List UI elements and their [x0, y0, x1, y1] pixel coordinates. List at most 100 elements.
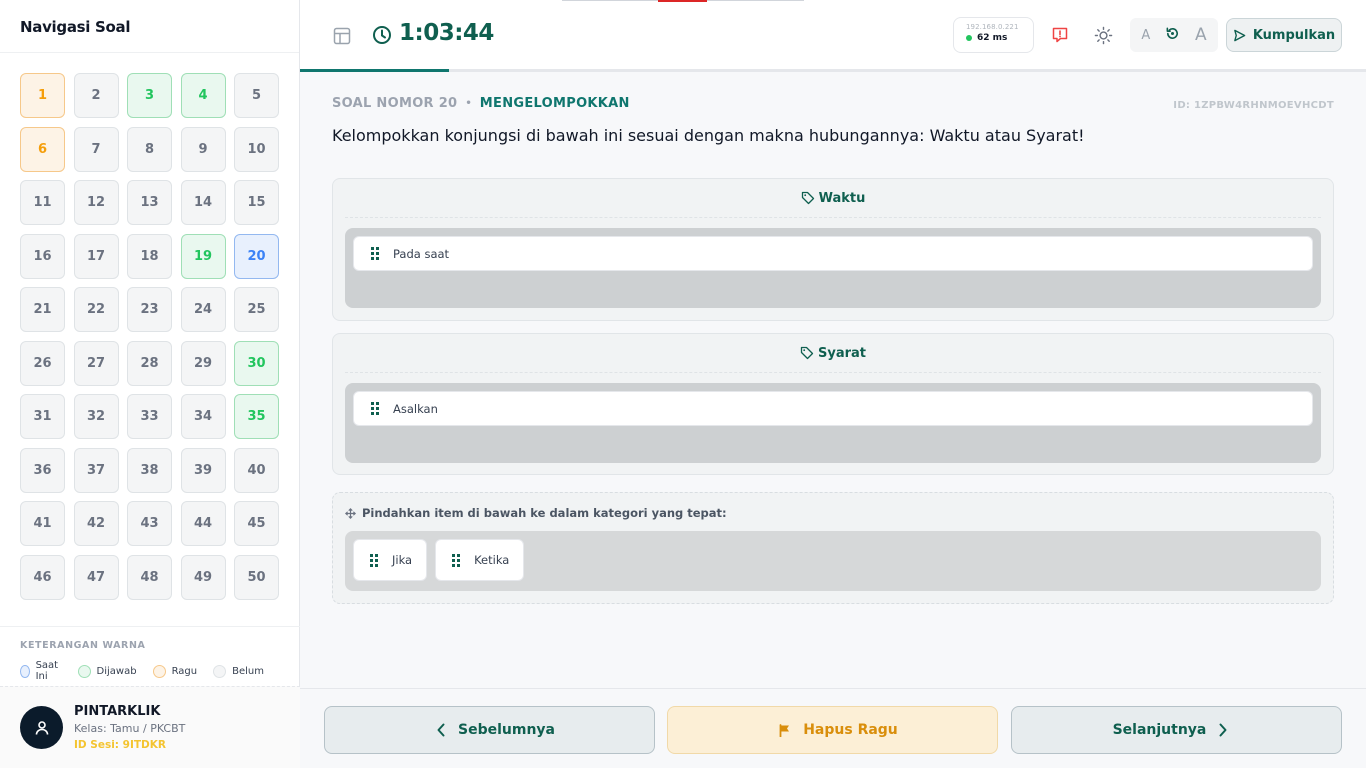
draggable-item[interactable]: Pada saat	[353, 236, 1313, 271]
question-nav-button[interactable]: 3	[127, 73, 172, 118]
question-nav-button[interactable]: 23	[127, 287, 172, 332]
question-nav-button[interactable]: 20	[234, 233, 279, 279]
question-nav-button[interactable]: 34	[180, 394, 226, 439]
ping-status-dot	[966, 35, 972, 41]
question-nav-button[interactable]: 19	[180, 233, 226, 279]
question-nav-button[interactable]: 36	[20, 447, 65, 493]
question-nav-button[interactable]: 47	[73, 554, 119, 600]
question-nav-button[interactable]: 13	[127, 180, 172, 225]
question-nav-button[interactable]: 38	[127, 447, 172, 493]
question-nav-button[interactable]: 41	[20, 501, 65, 546]
previous-button[interactable]: Sebelumnya	[324, 706, 655, 754]
item-label: Ketika	[474, 553, 510, 567]
question-nav-button[interactable]: 11	[20, 180, 65, 225]
question-nav-button[interactable]: 10	[234, 126, 279, 172]
tag-icon	[801, 191, 814, 205]
question-nav-button[interactable]: 12	[73, 180, 119, 225]
question-nav-button[interactable]: 9	[180, 126, 226, 172]
question-nav-button[interactable]: 24	[180, 287, 226, 332]
question-nav-button[interactable]: 32	[73, 394, 119, 439]
question-nav-button[interactable]: 49	[180, 554, 226, 600]
question-nav-button[interactable]: 33	[127, 394, 172, 439]
submit-exam-button[interactable]: Kumpulkan	[1226, 18, 1342, 52]
question-nav-button[interactable]: 40	[234, 447, 279, 493]
drag-handle-icon[interactable]	[371, 402, 380, 415]
question-nav-button[interactable]: 44	[180, 501, 226, 546]
draggable-item[interactable]: Asalkan	[353, 391, 1313, 426]
font-reset-icon[interactable]	[1165, 26, 1180, 45]
question-nav-button[interactable]: 4	[180, 73, 226, 118]
question-nav-button[interactable]: 31	[20, 394, 65, 439]
theme-toggle-sun-icon[interactable]	[1094, 26, 1113, 49]
question-nav-button[interactable]: 17	[73, 233, 119, 279]
layout-toggle-icon[interactable]	[333, 27, 351, 49]
question-nav-button[interactable]: 29	[180, 340, 226, 386]
question-nav-button[interactable]: 5	[234, 73, 279, 118]
question-nav-button[interactable]: 8	[127, 126, 172, 172]
question-nav-button[interactable]: 18	[127, 233, 172, 279]
legend-current-label: Saat Ini	[35, 660, 59, 682]
question-nav-button[interactable]: 48	[127, 554, 172, 600]
sidebar-title: Navigasi Soal	[20, 18, 131, 36]
color-legend: KETERANGAN WARNA Saat Ini Dijawab Ragu B…	[0, 626, 300, 686]
ping-value: 62 ms	[977, 33, 1008, 43]
top-edge-mark-red	[658, 0, 707, 2]
question-nav-button[interactable]: 28	[127, 340, 172, 386]
font-decrease-button[interactable]: A	[1141, 28, 1150, 43]
question-nav-button[interactable]: 43	[127, 501, 172, 546]
question-nav-button[interactable]: 50	[234, 554, 279, 600]
draggable-item[interactable]: Ketika	[435, 539, 525, 581]
question-nav-button[interactable]: 14	[180, 180, 226, 225]
question-nav-button[interactable]: 39	[180, 447, 226, 493]
top-bar: 1:03:44 192.168.0.221 62 ms A A Kumpulka…	[300, 0, 1366, 72]
question-nav-button[interactable]: 37	[73, 447, 119, 493]
question-nav-button[interactable]: 7	[73, 126, 119, 172]
question-nav-button[interactable]: 2	[73, 73, 119, 118]
question-nav-button[interactable]: 6	[20, 126, 65, 172]
category-header: Syarat	[345, 334, 1321, 373]
question-nav-button[interactable]: 46	[20, 554, 65, 600]
category-drop-zone[interactable]: Pada saat	[345, 228, 1321, 308]
pool-instruction-text: Pindahkan item di bawah ke dalam kategor…	[362, 506, 727, 520]
clear-doubt-button[interactable]: Hapus Ragu	[667, 706, 998, 754]
question-nav-button[interactable]: 26	[20, 340, 65, 386]
question-nav-button[interactable]: 30	[234, 340, 279, 386]
legend-none: Belum	[213, 664, 264, 678]
question-nav-button[interactable]: 35	[234, 394, 279, 439]
pool-drop-zone[interactable]: Jika Ketika	[345, 531, 1321, 591]
question-nav-button[interactable]: 16	[20, 233, 65, 279]
drag-handle-icon[interactable]	[370, 553, 379, 567]
user-session-id: ID Sesi: 9ITDKR	[74, 739, 166, 751]
question-nav-button[interactable]: 15	[234, 180, 279, 225]
report-issue-icon[interactable]	[1051, 26, 1069, 48]
legend-doubt-dot	[152, 664, 166, 678]
question-nav-button[interactable]: 42	[73, 501, 119, 546]
legend-current-dot	[20, 664, 30, 678]
draggable-item[interactable]: Jika	[353, 539, 428, 581]
question-nav-button[interactable]: 45	[234, 501, 279, 546]
category-drop-zone[interactable]: Asalkan	[345, 383, 1321, 463]
legend-none-dot	[213, 664, 227, 678]
question-nav-button[interactable]: 1	[20, 73, 65, 118]
clock-icon	[372, 25, 392, 49]
question-text: Kelompokkan konjungsi di bawah ini sesua…	[332, 126, 1085, 145]
question-nav-button[interactable]: 21	[20, 287, 65, 332]
drag-handle-icon[interactable]	[452, 553, 461, 567]
sidebar-header: Navigasi Soal	[0, 0, 299, 53]
font-increase-button[interactable]: A	[1195, 25, 1207, 45]
drag-handle-icon[interactable]	[371, 247, 380, 260]
item-label: Asalkan	[393, 401, 438, 416]
question-nav-button[interactable]: 22	[73, 287, 119, 332]
chevron-left-icon	[437, 723, 445, 737]
question-nav-button[interactable]: 27	[73, 340, 119, 386]
user-name: PINTARKLIK	[74, 704, 161, 719]
legend-current: Saat Ini	[20, 660, 62, 682]
legend-doubt-label: Ragu	[171, 665, 198, 677]
legend-title: KETERANGAN WARNA	[20, 640, 146, 651]
submit-exam-label: Kumpulkan	[1252, 27, 1336, 43]
question-grid: 1 2 3 4 5 6 7 8 9 10 11 12 13 14 15 16 17 18 19 20 21 22 23 24 2…	[20, 73, 280, 600]
send-icon	[1233, 29, 1246, 41]
next-button[interactable]: Selanjutnya	[1011, 706, 1342, 754]
question-nav-button[interactable]: 25	[234, 287, 279, 332]
meta-separator: •	[465, 98, 472, 109]
